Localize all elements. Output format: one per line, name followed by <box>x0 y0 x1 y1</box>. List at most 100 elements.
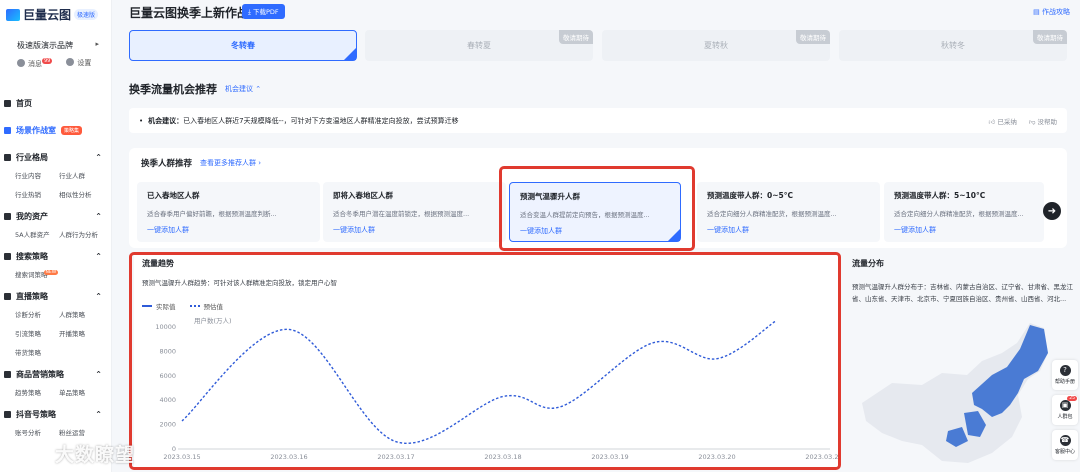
settings-button[interactable]: 设置 <box>66 58 91 69</box>
nav-industry[interactable]: 行业格局 ⌃ <box>0 149 112 166</box>
add-crowd-button[interactable]: 一键添加人群 <box>894 225 1034 235</box>
new-tag: NEW <box>43 270 59 275</box>
gear-icon <box>66 58 75 66</box>
add-crowd-button[interactable]: 一键添加人群 <box>333 225 496 235</box>
tab-autumn-winter[interactable]: 秋转冬 敬请期待 <box>839 30 1067 61</box>
distribution-panel: 流量分布 预测气温骤升人群分布于：吉林省、内蒙古自治区、辽宁省、甘肃省、黑龙江省… <box>852 255 1080 469</box>
collapse-icon: ⌃ <box>95 212 102 221</box>
next-arrow-icon[interactable]: ➜ <box>1043 202 1061 220</box>
nav-item[interactable]: 带货策略 <box>15 347 59 357</box>
nav-item[interactable]: 诊断分析 <box>15 309 59 319</box>
product-icon <box>4 371 11 378</box>
app-logo[interactable]: 巨量云图 极速版 <box>6 6 99 23</box>
crowd-card[interactable]: 已入春地区人群 适合春季用户偏好前瞻，根据预测温度判断... 一键添加人群 <box>137 182 320 242</box>
watermark: 大数瞭望 <box>55 444 136 466</box>
advice-toggle[interactable]: 机会建议 ⌃ <box>225 84 261 94</box>
tab-summer-autumn[interactable]: 夏转秋 敬请期待 <box>602 30 830 61</box>
nav-item[interactable]: 人群策略 <box>59 309 109 319</box>
crowd-card[interactable]: 即将入春地区人群 适合冬季用户潜在温度前锁定，根据预测温度... 一键添加人群 <box>323 182 506 242</box>
customer-service-button[interactable]: ☎ 客服中心 <box>1052 430 1078 460</box>
distribution-title: 流量分布 <box>852 259 884 268</box>
tab-spring-summer[interactable]: 春转夏 敬请期待 <box>365 30 593 61</box>
logo-icon <box>6 8 20 21</box>
sidebar: 巨量云图 极速版 极速版演示品牌 ▸ 消息 99 设置 首页 场景作战室 策略集 行… <box>0 0 112 472</box>
douyin-icon <box>4 411 11 418</box>
live-icon <box>4 293 11 300</box>
collapse-icon: ⌃ <box>95 252 102 261</box>
nav-item[interactable]: 单品策略 <box>59 387 109 397</box>
main-content: 巨量云图换季上新作战 ⤓ 下载PDF ▤ 作战攻略 冬转春 春转夏 敬请期待 夏… <box>112 0 1080 472</box>
highlight-box <box>129 252 841 470</box>
nav-item[interactable]: 5A人群资产 <box>15 229 59 239</box>
war-room-icon <box>4 127 11 134</box>
nav-item[interactable]: 账号分析 <box>15 427 59 437</box>
china-map <box>862 323 1048 463</box>
book-icon: ▤ <box>1033 8 1042 16</box>
help-manual-button[interactable]: ? 帮助手册 <box>1052 360 1078 390</box>
coming-soon-badge: 敬请期待 <box>796 30 830 44</box>
more-crowds-link[interactable]: 查看更多推荐人群 › <box>200 158 261 168</box>
coming-soon-badge: 敬请期待 <box>559 30 593 44</box>
chevron-right-icon: ▸ <box>95 40 99 48</box>
page-title: 巨量云图换季上新作战 <box>129 6 250 20</box>
strategy-guide-link[interactable]: ▤ 作战攻略 <box>1033 7 1070 17</box>
advice-bar: • 机会建议： 已入春地区人群近7天规模降低--，可针对下方变温地区人群精准定向… <box>129 108 1067 133</box>
brand-switcher[interactable]: 极速版演示品牌 ▸ <box>17 40 99 51</box>
brand-name: 极速版演示品牌 <box>17 41 73 50</box>
nav-item[interactable]: 搜索词策略NEW <box>15 269 59 279</box>
user-actions: 消息 99 设置 <box>17 58 91 69</box>
nav-assets[interactable]: 我的资产 ⌃ <box>0 208 112 225</box>
adopt-button[interactable]: 👍︎ 已采纳 <box>988 116 1016 126</box>
home-icon <box>4 100 11 107</box>
crowd-title: 换季人群推荐 <box>141 159 193 169</box>
nav-item[interactable]: 人群行为分析 <box>59 229 109 239</box>
nav-war-room[interactable]: 场景作战室 策略集 <box>0 122 112 139</box>
package-icon: ▣ <box>1059 400 1071 411</box>
highlight-box <box>499 166 695 251</box>
download-pdf-button[interactable]: ⤓ 下载PDF <box>242 4 285 19</box>
thumbs-up-icon: 👍︎ <box>988 117 998 126</box>
crowd-card[interactable]: 预测温度带人群：0~5°C 适合定向细分人群精准配货，根据预测温度... 一键添… <box>697 182 880 242</box>
edition-badge: 极速版 <box>74 9 99 20</box>
nav-item[interactable]: 引流策略 <box>15 328 59 338</box>
bullet-icon: • <box>139 116 144 125</box>
crowd-count-badge: 25 <box>1067 396 1077 401</box>
selected-corner-icon <box>344 48 356 60</box>
search-icon <box>4 253 11 260</box>
collapse-icon: ⌃ <box>95 410 102 419</box>
message-icon <box>17 59 25 67</box>
nav-item[interactable]: 行业热销 <box>15 189 59 199</box>
tab-winter-spring[interactable]: 冬转春 <box>129 30 357 61</box>
crowd-package-button[interactable]: 25 ▣ 人群包 <box>1052 395 1078 425</box>
collapse-icon: ⌃ <box>95 153 102 162</box>
nav-home[interactable]: 首页 <box>0 95 112 112</box>
floating-toolbar: ? 帮助手册 25 ▣ 人群包 ☎ 客服中心 <box>1052 360 1078 460</box>
assets-icon <box>4 213 11 220</box>
app-name: 巨量云图 <box>23 8 72 22</box>
nav-item[interactable]: 相似性分析 <box>59 189 109 199</box>
not-helpful-button[interactable]: 👎︎ 没帮助 <box>1029 116 1057 126</box>
messages-button[interactable]: 消息 99 <box>17 58 53 69</box>
industry-icon <box>4 154 11 161</box>
message-count-badge: 99 <box>42 58 53 64</box>
thumbs-down-icon: 👎︎ <box>1028 117 1038 126</box>
nav-item[interactable]: 行业人群 <box>59 170 109 180</box>
advice-label: 机会建议： <box>148 116 184 125</box>
add-crowd-button[interactable]: 一键添加人群 <box>707 225 870 235</box>
nav-item[interactable]: 开播策略 <box>59 328 109 338</box>
nav-douyin[interactable]: 抖音号策略 ⌃ <box>0 406 112 423</box>
section-title: 换季流量机会推荐 机会建议 ⌃ <box>129 83 262 96</box>
collapse-icon: ⌃ <box>95 370 102 379</box>
nav-item[interactable]: 行业内容 <box>15 170 59 180</box>
crowd-card[interactable]: 预测温度带人群：5~10°C 适合定向细分人群精准配货，根据预测温度... 一键… <box>884 182 1044 242</box>
nav-item[interactable]: 趋势策略 <box>15 387 59 397</box>
collapse-icon: ⌃ <box>95 292 102 301</box>
add-crowd-button[interactable]: 一键添加人群 <box>147 225 310 235</box>
sidebar-nav: 首页 场景作战室 策略集 行业格局 ⌃ 行业内容 行业人群 行业热销 相似性分析 我… <box>0 95 112 446</box>
nav-product[interactable]: 商品营销策略 ⌃ <box>0 366 112 383</box>
nav-item[interactable]: 粉丝运营 <box>59 427 109 437</box>
nav-live[interactable]: 直播策略 ⌃ <box>0 288 112 305</box>
nav-search[interactable]: 搜索策略 ⌃ <box>0 248 112 265</box>
strategy-tag: 策略集 <box>61 126 83 135</box>
help-icon: ? <box>1059 365 1071 376</box>
